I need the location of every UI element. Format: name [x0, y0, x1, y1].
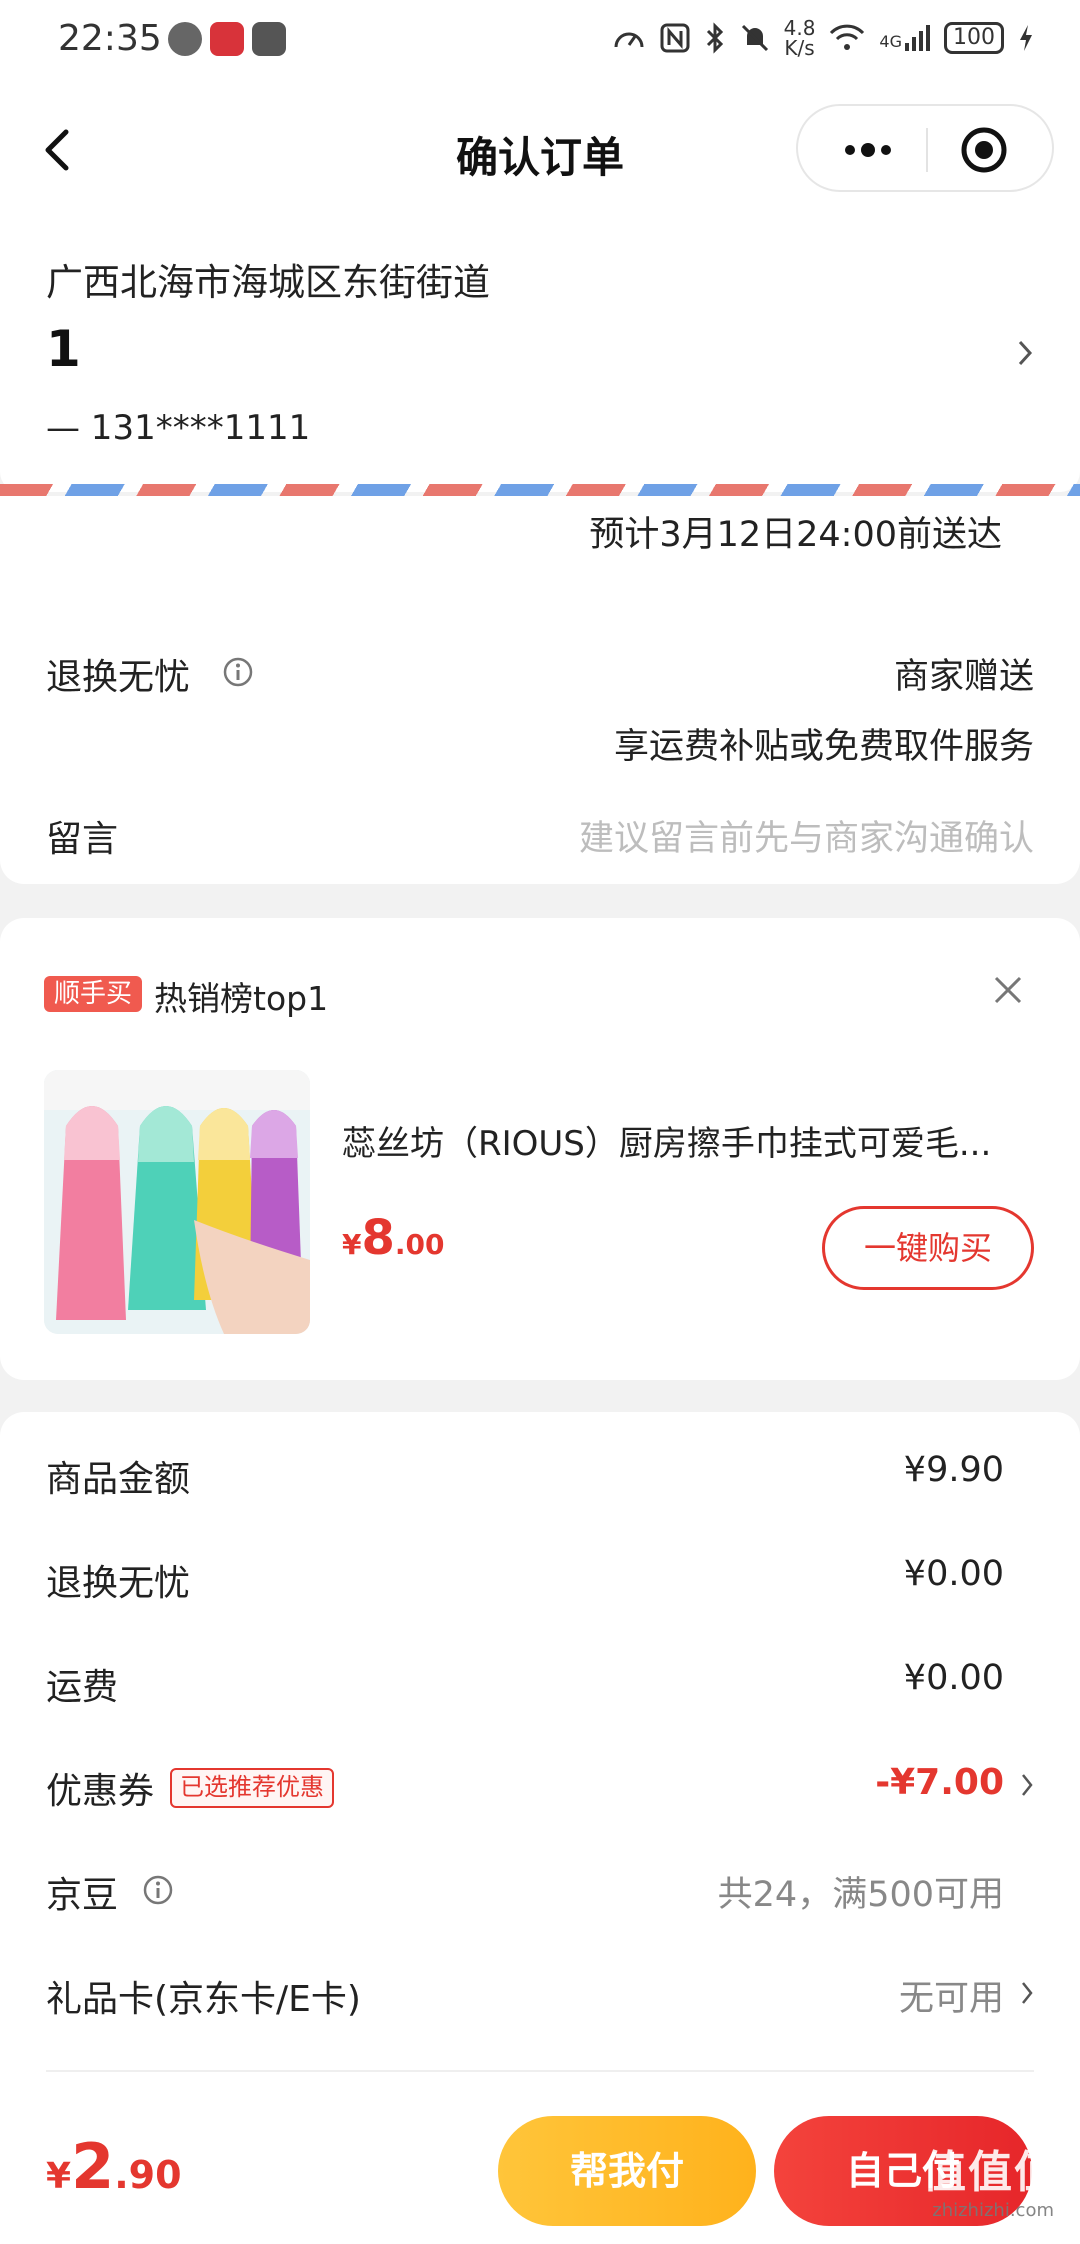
price-decimal: .00 [394, 1228, 445, 1261]
capsule-divider [926, 128, 928, 172]
total-integer: 2 [71, 2130, 115, 2203]
one-click-buy-button[interactable]: 一键购买 [822, 1206, 1034, 1290]
close-miniprogram-icon[interactable] [958, 124, 1010, 176]
network-speed-unit: K/s [784, 36, 815, 60]
upsell-card: 顺手买 热销榜top1 蕊丝坊（RIOUS）厨房擦手巾挂式可爱毛... ¥8.0… [0, 918, 1080, 1380]
close-icon[interactable] [990, 972, 1026, 1008]
chevron-right-icon [1022, 1982, 1033, 2004]
battery-indicator: 100 [944, 22, 1004, 54]
price-currency: ¥ [342, 1228, 362, 1261]
return-service-fee-label: 退换无忧 [46, 1563, 191, 1604]
watermark: 值值值 [922, 2147, 1060, 2198]
status-indicators: 4.8 K/s 4G 100 [612, 18, 1034, 58]
chevron-right-icon [1022, 1774, 1033, 1796]
delivery-options-card: 预计3月12日24:00前送达 退换无忧 商家赠送 享运费补贴或免费取件服务 留… [0, 496, 1080, 884]
info-icon[interactable] [142, 1874, 174, 1906]
price-summary-card: 商品金额 ¥9.90 退换无忧 ¥0.00 运费 ¥0.00 优惠券 已选推荐优… [0, 1412, 1080, 2112]
signal-indicator: 4G [879, 25, 930, 51]
message-label: 留言 [46, 819, 119, 860]
game-app-icon [210, 22, 244, 56]
zhi-app-icon [168, 22, 202, 56]
total-price: ¥2.90 [46, 2130, 182, 2203]
jingdou-label: 京豆 [46, 1875, 119, 1916]
goods-amount-label: 商品金额 [46, 1459, 191, 1500]
more-dots-icon[interactable] [828, 128, 908, 172]
gift-card-label[interactable]: 礼品卡(京东卡/E卡) [46, 1970, 361, 2022]
status-bar: 22:35 4.8 K/s 4G 100 [0, 0, 1080, 90]
airmail-border [0, 484, 1080, 496]
delivery-address: 广西北海市海城区东街街道 [46, 261, 490, 304]
charging-icon [1020, 25, 1032, 51]
nav-bar: 确认订单 [0, 90, 1080, 210]
jingdou-value: 共24，满500可用 [717, 1875, 1004, 1915]
mute-bell-icon [741, 24, 768, 52]
return-service-fee-value: ¥0.00 [903, 1554, 1004, 1594]
checkout-bar: ¥2.90 帮我付 自己付 值值值 zhizhizhi.com [0, 2104, 1080, 2244]
product-price: ¥8.00 [342, 1210, 445, 1266]
total-currency: ¥ [46, 2156, 72, 2197]
nfc-icon [660, 23, 690, 53]
product-name[interactable]: 蕊丝坊（RIOUS）厨房擦手巾挂式可爱毛... [342, 1116, 1022, 1165]
shipping-fee-value: ¥0.00 [903, 1658, 1004, 1698]
gift-card-value[interactable]: 无可用 [899, 1970, 1004, 2021]
info-icon[interactable] [222, 656, 254, 688]
watermark-url: zhizhizhi.com [932, 2200, 1054, 2221]
shipping-fee-label: 运费 [46, 1667, 119, 1708]
delivery-eta: 预计3月12日24:00前送达 [589, 515, 1002, 555]
signal-type: 4G [879, 32, 902, 51]
price-integer: 8 [361, 1210, 395, 1266]
wifi-icon [830, 24, 865, 50]
goods-amount-value: ¥9.90 [903, 1450, 1004, 1490]
coupon-recommended-tag: 已选推荐优惠 [170, 1768, 334, 1808]
bluetooth-icon [706, 22, 723, 54]
recipient-phone: — 131****1111 [46, 408, 311, 448]
mail-app-icon [252, 22, 286, 56]
help-me-pay-button[interactable]: 帮我付 [498, 2116, 756, 2226]
recipient-name: 1 [46, 320, 81, 378]
product-image[interactable] [44, 1070, 310, 1334]
chevron-right-icon [1018, 340, 1033, 366]
upsell-badge: 顺手买 [44, 976, 143, 1012]
divider [46, 2070, 1034, 2072]
coupon-label[interactable]: 优惠券 [46, 1762, 154, 1814]
return-service-label: 退换无忧 [46, 657, 191, 698]
status-time: 22:35 [58, 18, 162, 59]
address-card[interactable]: 广西北海市海城区东街街道 1 — 131****1111 [0, 210, 1080, 492]
speedometer-icon [614, 32, 644, 48]
message-input[interactable]: 建议留言前先与商家沟通确认 [579, 810, 1034, 861]
network-speed: 4.8 K/s [784, 18, 816, 58]
upsell-title: 热销榜top1 [154, 979, 329, 1018]
total-decimal: .90 [114, 2153, 182, 2197]
return-service-desc: 享运费补贴或免费取件服务 [613, 727, 1034, 767]
network-speed-value: 4.8 [783, 16, 816, 40]
coupon-value[interactable]: -¥7.00 [875, 1762, 1004, 1803]
return-service-value: 商家赠送 [893, 657, 1034, 697]
towels-picture [44, 1070, 310, 1334]
miniprogram-capsule [796, 104, 1054, 192]
